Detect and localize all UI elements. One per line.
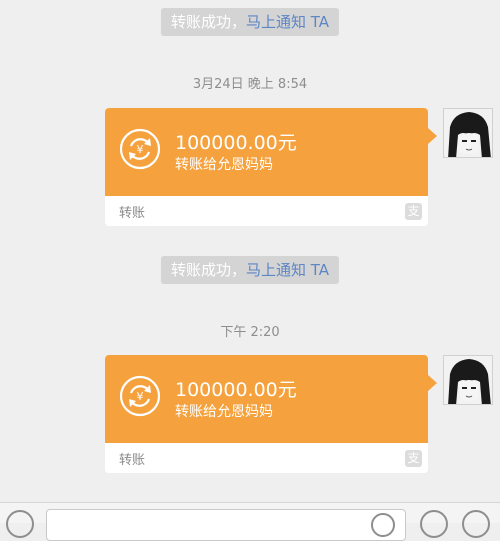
transfer-note: 转账给允恩妈妈 xyxy=(175,404,273,420)
transfer-amount: 100000.00元 xyxy=(175,132,297,154)
alipay-icon: 支 xyxy=(405,203,422,220)
transfer-amount: 100000.00元 xyxy=(175,379,297,401)
transfer-card-footer: 转账 支 xyxy=(105,443,428,473)
alipay-icon: 支 xyxy=(405,450,422,467)
avatar[interactable] xyxy=(443,108,493,158)
transfer-card-body: ¥ 100000.00元 转账给允恩妈妈 xyxy=(105,355,428,443)
transfer-icon: ¥ xyxy=(119,375,161,417)
notify-ta-link[interactable]: 马上通知 TA xyxy=(246,13,329,31)
notice-status-text: 转账成功， xyxy=(170,261,246,279)
svg-text:¥: ¥ xyxy=(137,143,144,156)
notify-ta-link[interactable]: 马上通知 TA xyxy=(246,261,329,279)
transfer-icon: ¥ xyxy=(119,128,161,170)
transfer-success-notice: 转账成功，马上通知 TA xyxy=(160,256,340,284)
transfer-card[interactable]: ¥ 100000.00元 转账给允恩妈妈 转账 支 xyxy=(105,355,437,473)
message-input[interactable] xyxy=(46,509,406,541)
message-timestamp: 3月24日 晚上 8:54 xyxy=(192,77,308,92)
voice-icon[interactable] xyxy=(6,510,34,538)
plus-icon[interactable] xyxy=(462,510,490,538)
transfer-card-body: ¥ 100000.00元 转账给允恩妈妈 xyxy=(105,108,428,196)
transfer-success-notice: 转账成功，马上通知 TA xyxy=(160,8,340,36)
avatar[interactable] xyxy=(443,355,493,405)
bubble-tail xyxy=(428,375,437,391)
transfer-type-label: 转账 xyxy=(119,453,146,468)
emoji-icon[interactable] xyxy=(420,510,448,538)
transfer-card[interactable]: ¥ 100000.00元 转账给允恩妈妈 转账 支 xyxy=(105,108,437,226)
svg-text:¥: ¥ xyxy=(137,390,144,403)
avatar-image xyxy=(444,356,492,404)
bubble-tail xyxy=(428,128,437,144)
avatar-image xyxy=(444,109,492,157)
notice-status-text: 转账成功， xyxy=(170,13,246,31)
transfer-card-footer: 转账 支 xyxy=(105,196,428,226)
input-bar xyxy=(0,502,500,541)
transfer-type-label: 转账 xyxy=(119,206,146,221)
message-timestamp: 下午 2:20 xyxy=(220,325,280,340)
transfer-note: 转账给允恩妈妈 xyxy=(175,157,273,173)
mic-icon[interactable] xyxy=(371,513,395,537)
